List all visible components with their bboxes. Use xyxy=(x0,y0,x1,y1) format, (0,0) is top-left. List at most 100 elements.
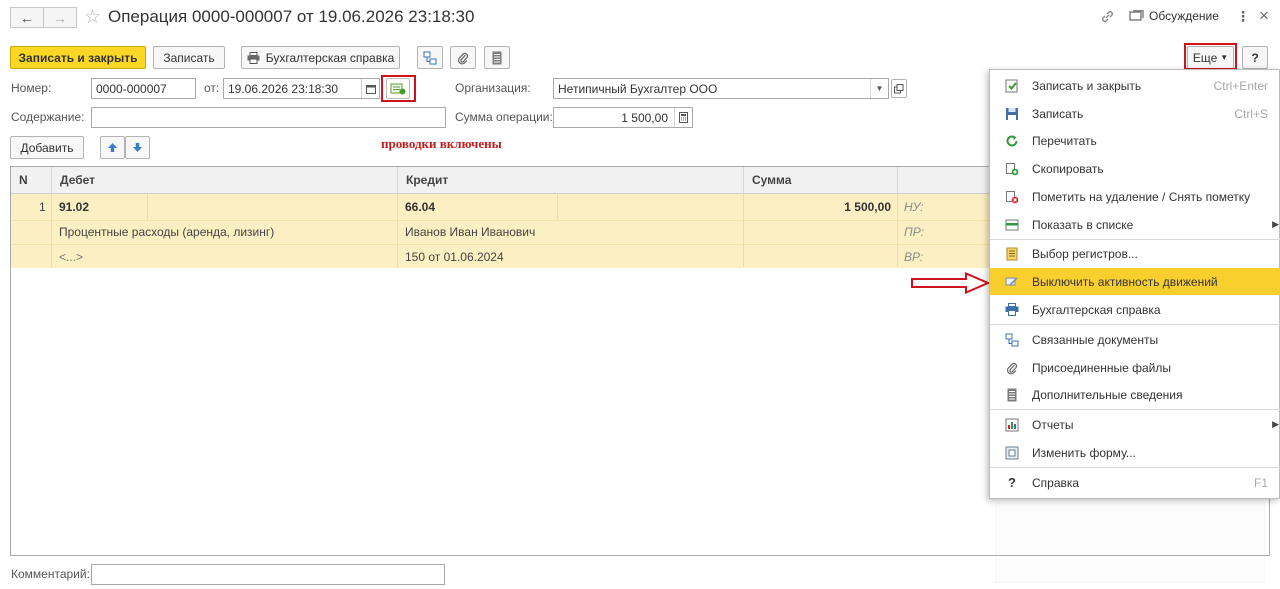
help-button[interactable]: ? xyxy=(1242,46,1268,69)
postings-enabled-note: проводки включены xyxy=(381,136,502,151)
credit-subconto-2[interactable]: 150 от 01.06.2024 xyxy=(405,250,504,264)
menu-item-label: Дополнительные сведения xyxy=(1032,387,1183,402)
organization-value: Нетипичный Бухгалтер ООО xyxy=(558,82,718,96)
temporary-diff-tag: ВР: xyxy=(904,250,924,264)
calendar-icon[interactable] xyxy=(361,79,379,98)
menu-item-shortcut: F1 xyxy=(1253,475,1268,490)
menu-item-disable-movements[interactable]: Выключить активность движений xyxy=(990,268,1280,295)
organization-field[interactable]: Нетипичный Бухгалтер ООО ▼ xyxy=(553,78,889,99)
more-vertical-icon[interactable]: ⋮ xyxy=(1236,8,1250,25)
organization-label: Организация: xyxy=(455,81,531,95)
menu-item-save-and-close[interactable]: Записать и закрыть Ctrl+Enter xyxy=(990,72,1280,99)
forward-button[interactable]: → xyxy=(43,7,77,28)
menu-item-show-in-list[interactable]: Показать в списке ▶ xyxy=(990,211,1280,238)
list-icon xyxy=(1004,217,1020,233)
debit-subconto-2[interactable]: <...> xyxy=(59,250,83,264)
help-label: ? xyxy=(1251,50,1259,65)
comment-field[interactable] xyxy=(91,564,445,585)
debit-account[interactable]: 91.02 xyxy=(59,200,89,214)
arrow-up-icon xyxy=(108,143,117,152)
copy-icon xyxy=(1004,161,1020,177)
comment-label: Комментарий: xyxy=(11,567,90,581)
calculator-icon[interactable] xyxy=(674,108,692,127)
menu-item-label: Справка xyxy=(1032,475,1080,490)
add-row-button[interactable]: Добавить xyxy=(10,136,84,159)
attachment-icon xyxy=(1004,360,1020,376)
column-header-sum[interactable]: Сумма xyxy=(744,167,898,194)
chat-icon xyxy=(1129,9,1144,21)
structure-icon xyxy=(423,51,437,64)
menu-item-label: Записать xyxy=(1032,106,1084,121)
menu-item-help[interactable]: ? Справка F1 xyxy=(990,469,1280,496)
discussion-label: Обсуждение xyxy=(1149,9,1219,23)
accounting-report-label: Бухгалтерская справка xyxy=(265,50,395,65)
column-header-debit[interactable]: Дебет xyxy=(52,167,398,194)
menu-item-select-registers[interactable]: Выбор регистров... xyxy=(990,240,1280,267)
linked-docs-button[interactable] xyxy=(417,46,443,69)
highlight-frame-more xyxy=(1184,43,1237,70)
additional-info-button[interactable] xyxy=(484,46,510,69)
number-field[interactable]: 0000-000007 xyxy=(91,78,196,99)
date-field[interactable]: 19.06.2026 23:18:30 xyxy=(223,78,380,99)
column-header-n[interactable]: N xyxy=(11,167,52,194)
link-icon[interactable] xyxy=(1100,9,1115,27)
save-and-close-label: Записать и закрыть xyxy=(18,50,138,65)
accounting-report-button[interactable]: Бухгалтерская справка xyxy=(241,46,400,69)
menu-item-shortcut: Ctrl+S xyxy=(1234,106,1268,121)
content-field[interactable] xyxy=(91,107,446,128)
background-panel xyxy=(995,503,1265,583)
menu-item-additional-info[interactable]: Дополнительные сведения xyxy=(990,381,1280,408)
save-label: Записать xyxy=(163,50,215,65)
date-value: 19.06.2026 23:18:30 xyxy=(228,82,339,96)
highlight-frame-postings xyxy=(381,75,416,102)
menu-item-save[interactable]: Записать Ctrl+S xyxy=(990,100,1280,127)
save-button[interactable]: Записать xyxy=(153,46,225,69)
document-list-icon xyxy=(492,51,502,64)
details-icon xyxy=(1004,387,1020,403)
reports-icon xyxy=(1004,417,1020,433)
open-window-icon xyxy=(894,83,904,93)
debit-subconto-1[interactable]: Процентные расходы (аренда, лизинг) xyxy=(59,225,274,239)
sum-field[interactable]: 1 500,00 xyxy=(553,107,693,128)
attach-files-button[interactable] xyxy=(450,46,476,69)
sum-value: 1 500,00 xyxy=(621,111,668,125)
menu-item-shortcut: Ctrl+Enter xyxy=(1213,78,1268,93)
arrow-down-icon xyxy=(133,143,142,152)
move-down-button[interactable] xyxy=(125,136,150,159)
arrow-right-icon: → xyxy=(53,9,67,26)
sum-label: Сумма операции: xyxy=(455,110,553,124)
annotation-arrow-icon xyxy=(911,272,990,294)
menu-item-label: Показать в списке xyxy=(1032,217,1134,232)
credit-subconto-1[interactable]: Иванов Иван Иванович xyxy=(405,225,535,239)
menu-item-change-form[interactable]: Изменить форму... xyxy=(990,439,1280,466)
menu-item-label: Отчеты xyxy=(1032,417,1074,432)
menu-item-reread[interactable]: Перечитать xyxy=(990,127,1280,154)
posting-sum[interactable]: 1 500,00 xyxy=(751,200,891,214)
permanent-diff-tag: ПР: xyxy=(904,225,924,239)
menu-item-attached-files[interactable]: Присоединенные файлы xyxy=(990,354,1280,381)
menu-item-mark-deletion[interactable]: Пометить на удаление / Снять пометку xyxy=(990,183,1280,210)
more-actions-menu: Записать и закрыть Ctrl+Enter Записать C… xyxy=(989,69,1280,499)
menu-item-reports[interactable]: Отчеты ▶ xyxy=(990,411,1280,438)
open-organization-button[interactable] xyxy=(891,79,907,98)
menu-item-accounting-report[interactable]: Бухгалтерская справка xyxy=(990,296,1280,323)
tax-accounting-tag: НУ: xyxy=(904,200,924,214)
date-label: от: xyxy=(204,81,220,95)
paperclip-icon xyxy=(458,52,469,64)
column-header-credit[interactable]: Кредит xyxy=(398,167,744,194)
back-button[interactable]: ← xyxy=(10,7,44,28)
floppy-icon xyxy=(1004,106,1020,122)
menu-item-label: Пометить на удаление / Снять пометку xyxy=(1032,189,1251,204)
registers-icon xyxy=(1004,246,1020,262)
discussion-button[interactable]: Обсуждение xyxy=(1129,9,1219,23)
row-number: 1 xyxy=(39,200,46,214)
close-icon[interactable]: × xyxy=(1259,6,1269,26)
favorite-star-icon[interactable]: ☆ xyxy=(84,6,101,29)
dropdown-arrow-icon[interactable]: ▼ xyxy=(870,79,888,98)
arrow-left-icon: ← xyxy=(20,9,34,26)
save-and-close-button[interactable]: Записать и закрыть xyxy=(10,46,146,69)
menu-item-linked-documents[interactable]: Связанные документы xyxy=(990,326,1280,353)
move-up-button[interactable] xyxy=(100,136,125,159)
menu-item-copy[interactable]: Скопировать xyxy=(990,155,1280,182)
credit-account[interactable]: 66.04 xyxy=(405,200,435,214)
